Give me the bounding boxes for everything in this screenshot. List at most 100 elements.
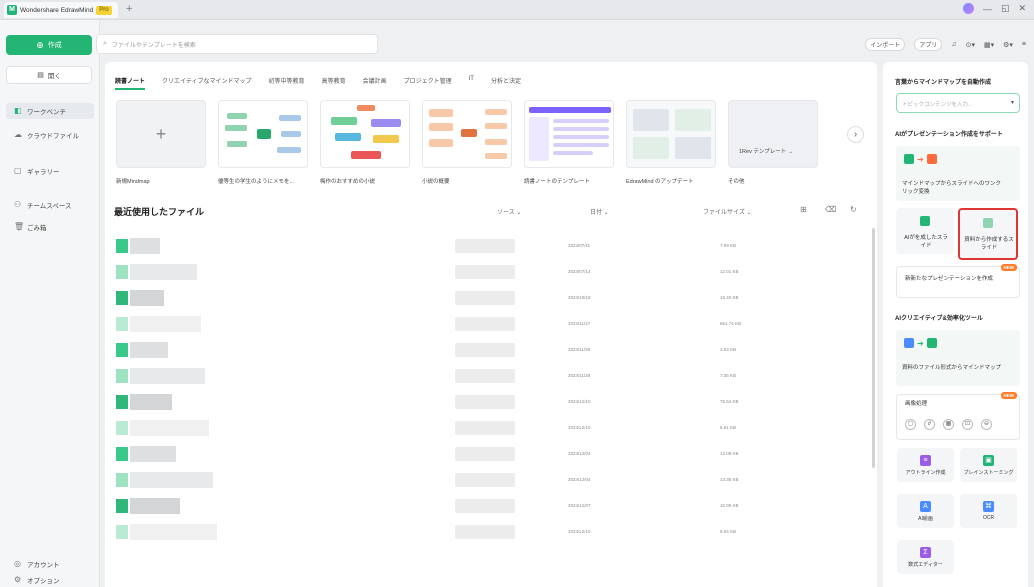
template-card[interactable] — [524, 100, 614, 168]
table-row[interactable]: 2024/12/10 6.51 KB — [110, 418, 870, 438]
collapse-icon[interactable]: ≡ — [1022, 41, 1026, 48]
tool-label: AI絵画 — [918, 515, 933, 522]
tab-k12[interactable]: 初等中等教育 — [269, 76, 305, 90]
file-name — [130, 420, 209, 436]
crop-tool-icon[interactable]: ⊡ — [962, 419, 973, 430]
delete-icon[interactable]: ⌫ — [825, 205, 836, 214]
app-tab[interactable]: M Wondershare EdrawMind Pro — [4, 2, 118, 18]
tab-project[interactable]: プロジェクト管理 — [404, 76, 452, 90]
file-source — [455, 447, 515, 461]
help-icon[interactable]: ⊙▾ — [966, 41, 975, 49]
refresh-icon[interactable]: ↻ — [850, 205, 857, 214]
column-header-source[interactable]: ソース ⌄ — [497, 207, 521, 216]
mindmap-to-slide-card[interactable]: ➔ マインドマップからスライドへのワンクリック変換 — [896, 146, 1020, 201]
link-tool-icon[interactable]: ∂ — [924, 419, 935, 430]
template-card[interactable] — [218, 100, 308, 168]
template-card[interactable] — [320, 100, 410, 168]
template-more-card[interactable]: 1Rev テンプレート → — [728, 100, 818, 168]
file-name — [130, 342, 168, 358]
app-button[interactable]: アプリ — [914, 38, 943, 51]
file-date: 2024/11/28 — [568, 347, 591, 352]
sidebar-item-gallery[interactable]: ▢ ギャラリー — [6, 163, 94, 179]
grid-view-icon[interactable]: ⊞ — [800, 205, 807, 214]
column-header-date[interactable]: 日付 ⌄ — [590, 207, 609, 216]
new-button-label: 作成 — [47, 42, 62, 49]
sidebar-item-options[interactable]: ⚙ オプション — [6, 574, 94, 586]
template-card[interactable] — [626, 100, 716, 168]
file-icon — [116, 473, 128, 487]
file-to-mindmap-card[interactable]: ➔ 資料のファイル形式からマインドマップ — [896, 330, 1020, 386]
sidebar-item-team[interactable]: ⚇ チームスペース — [6, 197, 94, 213]
title-bar — [0, 0, 1034, 20]
column-header-size[interactable]: ファイルサイズ ⌄ — [703, 207, 752, 216]
plus-icon: + — [155, 123, 167, 144]
file-name — [130, 446, 176, 462]
file-date: 2024/12/10 — [568, 399, 591, 404]
sidebar-item-label: ギャラリー — [27, 169, 60, 176]
sidebar-item-account[interactable]: ◎ アカウント — [6, 556, 94, 572]
doc-to-slide-card[interactable]: 資料から作成するスライド — [958, 208, 1018, 260]
ai-slide-icon — [920, 216, 930, 226]
open-button[interactable]: ▤ 開く — [6, 66, 92, 84]
minimize-button[interactable]: — — [983, 4, 992, 14]
template-label: 梅作のおすすめの小説 — [320, 179, 376, 185]
topic-input[interactable]: トピックコンテンツを入力... ▾ — [896, 93, 1020, 113]
table-row[interactable]: 2024/12/07 10.09 KB — [110, 496, 870, 516]
image-tool-icon[interactable]: ◻ — [905, 419, 916, 430]
image-process-card[interactable]: 画像処理 NEW ◻ ∂ ▦ ⊡ ⊖ — [896, 392, 1020, 440]
table-row[interactable]: 2024/12/10 8.54 KB — [110, 522, 870, 542]
new-button[interactable]: ⊕ 作成 — [6, 35, 92, 55]
file-icon — [116, 525, 128, 539]
file-date: 2024/12/04 — [568, 477, 591, 482]
close-button[interactable]: ✕ — [1018, 3, 1026, 14]
sidebar-item-cloud[interactable]: ☁ クラウドファイル — [6, 127, 94, 143]
search-input[interactable]: ⌕ ファイルやテンプレートを検索 — [96, 34, 378, 54]
theme-icon[interactable]: ▦▾ — [984, 41, 994, 49]
table-row[interactable]: 2024/07/11 7.09 KB — [110, 236, 870, 256]
tab-analysis[interactable]: 分析と決定 — [491, 76, 521, 90]
table-row[interactable]: 2024/11/28 7.36 KB — [110, 366, 870, 386]
maximize-button[interactable]: ◱ — [1001, 3, 1010, 14]
formula-editor-tool[interactable]: Σ 数式エディター — [897, 540, 954, 574]
ai-slide-card[interactable]: AIがを成したスライド — [896, 208, 954, 254]
new-tab-button[interactable]: + — [126, 3, 132, 15]
tab-it[interactable]: IT — [469, 76, 474, 90]
template-card[interactable] — [422, 100, 512, 168]
filter-tool-icon[interactable]: ⊖ — [981, 419, 992, 430]
table-row[interactable]: 2024/11/28 3.03 KB — [110, 340, 870, 360]
file-date: 2024/12/04 — [568, 451, 591, 456]
scroll-right-button[interactable]: › — [847, 126, 864, 143]
avatar[interactable] — [962, 3, 974, 14]
brainstorm-tool[interactable]: ▣ ブレインストーミング — [960, 448, 1017, 482]
table-row[interactable]: 2024/11/27 661.74 KB — [110, 314, 870, 334]
ocr-tool[interactable]: ⌘ OCR — [960, 494, 1017, 528]
file-icon — [116, 265, 128, 279]
sidebar-item-trash[interactable]: 🗑 ごみ箱 — [6, 219, 94, 235]
file-name — [130, 238, 160, 254]
grid-tool-icon[interactable]: ▦ — [943, 419, 954, 430]
table-row[interactable]: 2024/12/04 12.09 KB — [110, 444, 870, 464]
outline-tool[interactable]: ≡ アウトライン作成 — [897, 448, 954, 482]
bell-icon[interactable]: ♫ — [951, 41, 956, 48]
card-label: 資料のファイル形式からマインドマップ — [902, 365, 1002, 371]
sidebar-item-workbench[interactable]: ◧ ワークベンチ — [6, 103, 94, 119]
tab-meeting[interactable]: 会議計画 — [363, 76, 387, 90]
settings-icon[interactable]: ⚙▾ — [1003, 41, 1013, 49]
new-presentation-card[interactable]: 新新たなプレゼンテーションを作成 NEW — [896, 264, 1020, 298]
scrollbar[interactable] — [872, 228, 875, 468]
open-button-label: 開く — [47, 73, 61, 80]
tab-higher-ed[interactable]: 高等教育 — [322, 76, 346, 90]
ai-section-title: AIがプレゼンテーション作成をサポート — [895, 132, 1003, 138]
table-row[interactable]: 2024/12/04 13.35 KB — [110, 470, 870, 490]
tab-creative[interactable]: クリエイティブなマインドマップ — [162, 76, 252, 90]
tab-reading-notes[interactable]: 読書ノート — [115, 76, 146, 90]
card-label: 画像処理 — [905, 401, 928, 407]
import-button[interactable]: インポート — [865, 38, 906, 51]
table-row[interactable]: 2024/12/10 75.54 KB — [110, 392, 870, 412]
table-row[interactable]: 2024/10/18 16.40 KB — [110, 288, 870, 308]
tool-label: ブレインストーミング — [963, 469, 1014, 476]
ai-painting-tool[interactable]: A AI絵画 — [897, 494, 954, 528]
table-row[interactable]: 2024/07/14 12.01 KB — [110, 262, 870, 282]
template-new-mindmap[interactable]: + — [116, 100, 206, 168]
card-label: AIがを成したスライド — [904, 235, 948, 249]
